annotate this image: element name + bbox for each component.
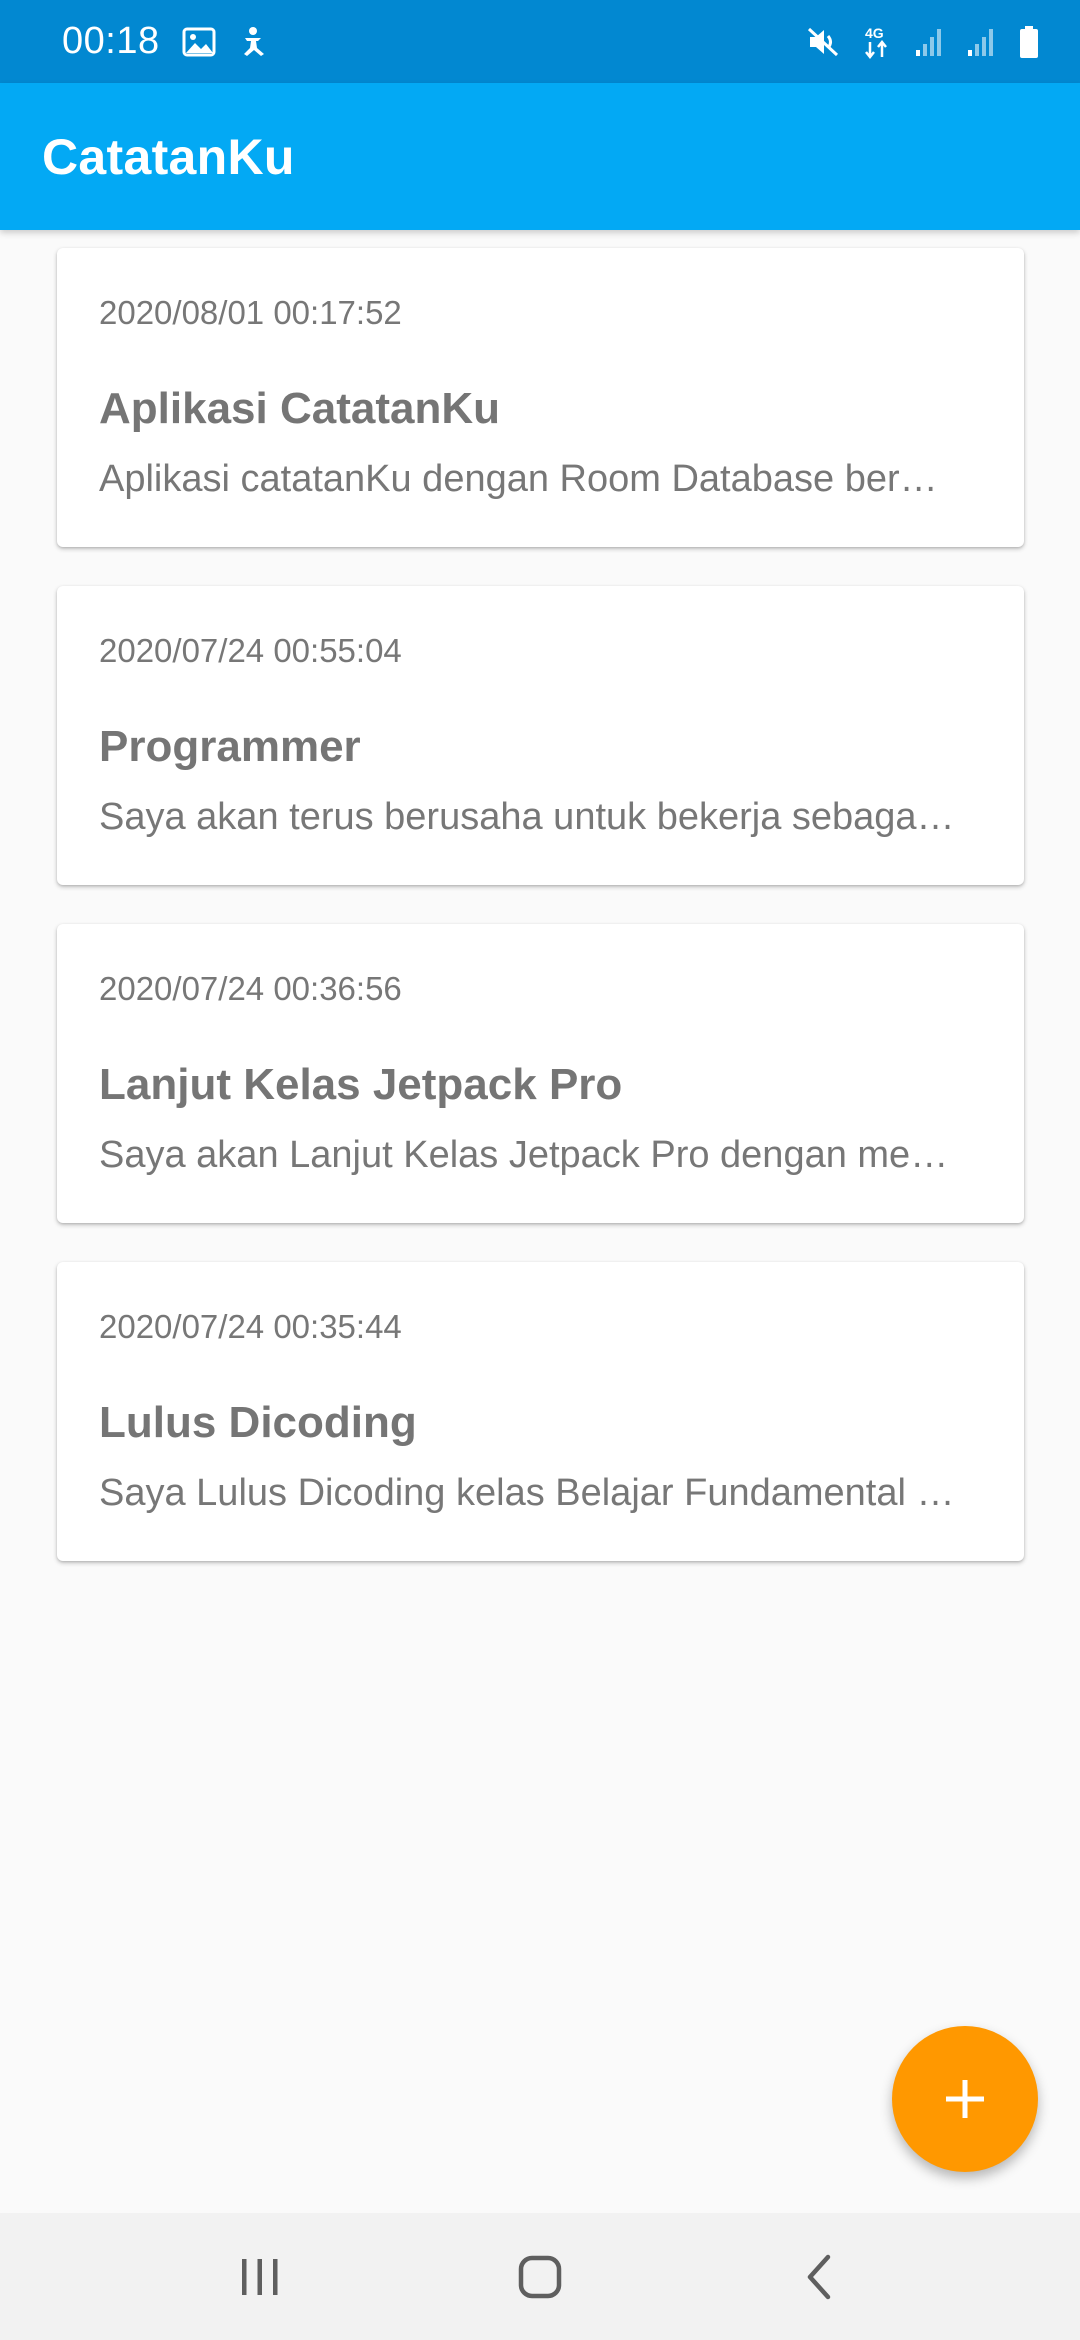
home-button[interactable]: [480, 2227, 600, 2327]
note-card[interactable]: 2020/08/01 00:17:52 Aplikasi CatatanKu A…: [57, 248, 1024, 547]
note-date: 2020/07/24 00:36:56: [99, 970, 402, 1007]
status-time: 00:18: [62, 20, 160, 62]
accessibility-icon: [238, 26, 268, 58]
note-card[interactable]: 2020/07/24 00:35:44 Lulus Dicoding Saya …: [57, 1262, 1024, 1561]
4g-data-icon: 4G: [862, 24, 892, 60]
svg-text:4G: 4G: [865, 25, 884, 41]
note-title: Lulus Dicoding: [99, 1398, 417, 1447]
recents-icon: [242, 2258, 278, 2295]
note-date: 2020/07/24 00:55:04: [99, 632, 402, 669]
back-icon: [807, 2254, 831, 2299]
note-date: 2020/07/24 00:35:44: [99, 1308, 402, 1345]
battery-icon: [1018, 25, 1040, 59]
status-bar: 00:18 4G: [0, 0, 1080, 83]
signal-icon: [966, 26, 996, 58]
note-date: 2020/08/01 00:17:52: [99, 294, 402, 331]
note-description: Aplikasi catatanKu dengan Room Database …: [99, 458, 938, 500]
app-bar: CatatanKu: [0, 83, 1080, 230]
signal-icon: [914, 26, 944, 58]
note-card[interactable]: 2020/07/24 00:55:04 Programmer Saya akan…: [57, 586, 1024, 885]
status-right: 4G: [806, 24, 1040, 60]
home-icon: [518, 2255, 562, 2298]
note-description: Saya akan terus berusaha untuk bekerja s…: [99, 796, 955, 838]
app-title: CatatanKu: [42, 128, 295, 185]
note-title: Aplikasi CatatanKu: [99, 384, 500, 433]
screen: 00:18 4G CatatanKu 2020/08/01 00:17:52 A…: [0, 0, 1080, 2340]
note-description: Saya akan Lanjut Kelas Jetpack Pro denga…: [99, 1134, 949, 1176]
back-button[interactable]: [760, 2227, 880, 2327]
note-title: Lanjut Kelas Jetpack Pro: [99, 1060, 623, 1109]
note-description: Saya Lulus Dicoding kelas Belajar Fundam…: [99, 1472, 955, 1514]
navigation-bar: [0, 2213, 1080, 2340]
mute-icon: [806, 26, 840, 58]
note-title: Programmer: [99, 722, 361, 771]
status-left: 00:18: [62, 20, 268, 63]
recents-button[interactable]: [200, 2227, 320, 2327]
plus-icon: [946, 2080, 984, 2118]
note-card[interactable]: 2020/07/24 00:36:56 Lanjut Kelas Jetpack…: [57, 924, 1024, 1223]
add-note-button[interactable]: [892, 2026, 1038, 2172]
image-icon: [182, 27, 216, 57]
